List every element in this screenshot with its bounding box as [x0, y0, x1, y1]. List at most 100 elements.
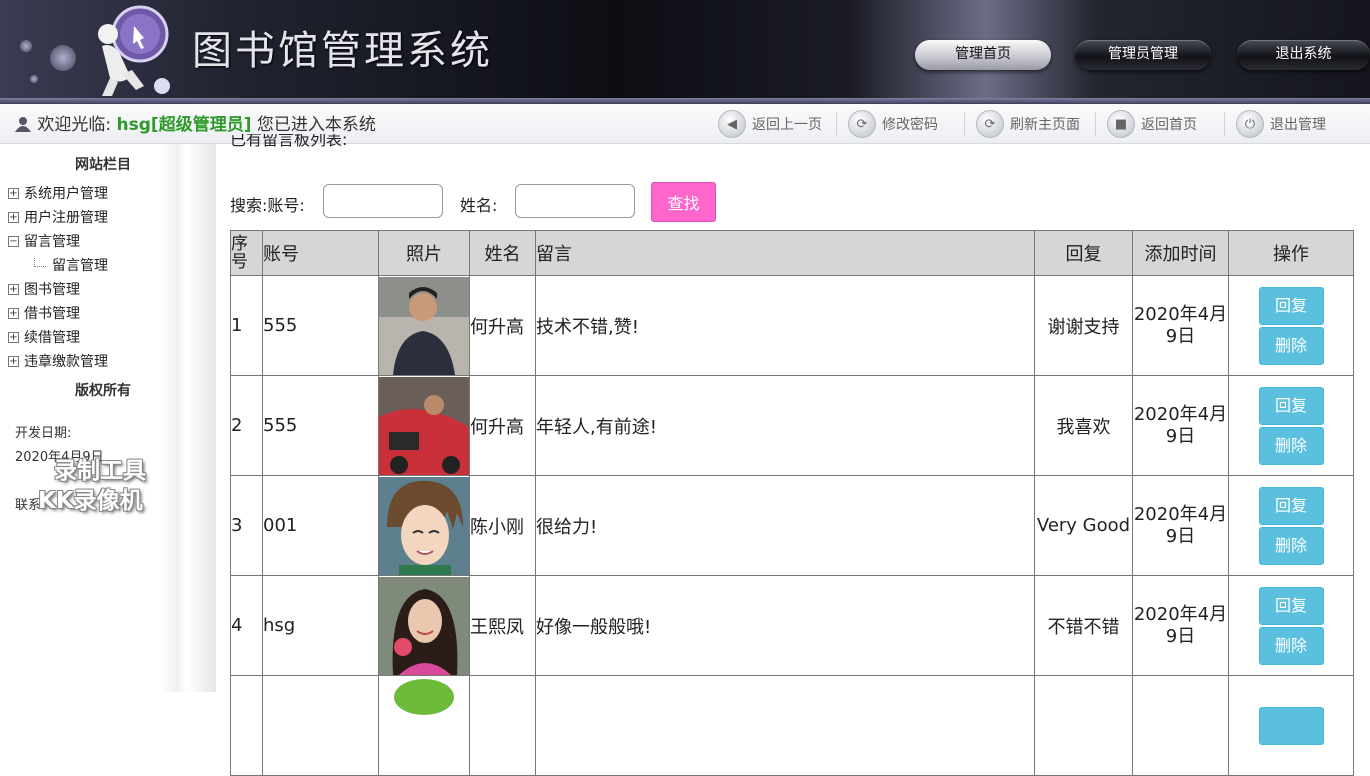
expand-plus-icon[interactable]: +: [8, 307, 19, 319]
toolbar-divider: [836, 112, 837, 136]
table-header-row: 序号 账号 照片 姓名 留言 回复 添加时间 操作: [230, 230, 1354, 276]
cell-actions: 回复 删除: [1228, 375, 1354, 476]
tree-connector: [34, 257, 46, 267]
user-photo[interactable]: [379, 676, 469, 775]
sidebar: 网站栏目 + 系统用户管理 + 用户注册管理 − 留言管理 留言管理 + 图书管…: [0, 144, 216, 692]
reply-button[interactable]: 回复: [1258, 386, 1324, 425]
table-row: 1 555 何升高 技术不错,赞! 谢谢支持 2020年4月9日 回复 删除: [230, 275, 1354, 376]
reply-button[interactable]: [1258, 706, 1324, 745]
welcome-suffix: 您已进入本系统: [256, 115, 376, 135]
change-password-label: 修改密码: [882, 117, 938, 133]
user-photo[interactable]: [379, 376, 469, 475]
delete-button[interactable]: 删除: [1258, 426, 1324, 465]
expand-plus-icon[interactable]: +: [8, 211, 19, 223]
cell-name: 何升高: [469, 275, 536, 376]
refresh-label: 刷新主页面: [1010, 117, 1080, 133]
sidebar-item-label: 系统用户管理: [24, 186, 108, 202]
cell-actions: 回复 删除: [1228, 275, 1354, 376]
cell-message: 好像一般般哦!: [535, 575, 1035, 676]
refresh-icon: ⟳: [976, 110, 1004, 138]
cell-photo: [378, 475, 470, 576]
sidebar-item-system-users[interactable]: + 系统用户管理: [8, 182, 108, 204]
cell-actions: 回复 删除: [1228, 575, 1354, 676]
power-icon: ⏻: [1236, 110, 1264, 138]
sidebar-item-fines[interactable]: + 违章缴款管理: [8, 350, 108, 372]
user-photo[interactable]: [379, 476, 469, 575]
search-name-input[interactable]: [515, 184, 635, 218]
user-photo[interactable]: [379, 276, 469, 375]
cell-name: 王熙凤: [469, 575, 536, 676]
toolbar-divider: [964, 112, 965, 136]
reply-button[interactable]: 回复: [1258, 486, 1324, 525]
sidebar-item-renewal[interactable]: + 续借管理: [8, 326, 80, 348]
search-button[interactable]: 查找: [651, 182, 716, 222]
bokeh-decoration: [50, 45, 76, 71]
home-button[interactable]: ■ 返回首页: [1107, 109, 1197, 139]
col-header-name: 姓名: [469, 230, 536, 276]
cell-account: 555: [262, 375, 379, 476]
home-label: 返回首页: [1141, 117, 1197, 133]
cell-name: 何升高: [469, 375, 536, 476]
cell-photo: [378, 375, 470, 476]
sidebar-item-label: 留言管理: [24, 234, 80, 250]
sidebar-item-label: 违章缴款管理: [24, 354, 108, 370]
header-banner: 图书馆管理系统 管理首页 管理员管理 退出系统: [0, 0, 1370, 104]
change-password-button[interactable]: ⟳ 修改密码: [848, 109, 938, 139]
cell-message: 年轻人,有前途!: [535, 375, 1035, 476]
sidebar-item-messages[interactable]: − 留言管理: [8, 230, 80, 252]
expand-plus-icon[interactable]: +: [8, 331, 19, 343]
logo-icon: [98, 5, 170, 96]
reply-button[interactable]: 回复: [1258, 286, 1324, 325]
expand-plus-icon[interactable]: +: [8, 187, 19, 199]
user-icon: [14, 115, 37, 135]
reply-button[interactable]: 回复: [1258, 586, 1324, 625]
cell-time: 2020年4月9日: [1132, 475, 1229, 576]
sidebar-item-user-registration[interactable]: + 用户注册管理: [8, 206, 108, 228]
back-button[interactable]: ◀ 返回上一页: [718, 109, 822, 139]
cell-photo: [378, 275, 470, 376]
exit-admin-label: 退出管理: [1270, 117, 1326, 133]
cell-reply: 我喜欢: [1034, 375, 1133, 476]
cell-account: hsg: [262, 575, 379, 676]
cell-reply: 谢谢支持: [1034, 275, 1133, 376]
sidebar-item-label: 图书管理: [24, 282, 80, 298]
user-photo[interactable]: [379, 576, 469, 675]
sidebar-item-borrowing[interactable]: + 借书管理: [8, 302, 80, 324]
search-account-input[interactable]: [323, 184, 443, 218]
refresh-button[interactable]: ⟳ 刷新主页面: [976, 109, 1080, 139]
expand-plus-icon[interactable]: +: [8, 283, 19, 295]
toolbar: 欢迎光临: hsg[超级管理员] 您已进入本系统 ◀ 返回上一页 ⟳ 修改密码 …: [0, 104, 1370, 144]
nav-admin-manage[interactable]: 管理员管理: [1075, 40, 1211, 70]
col-header-actions: 操作: [1228, 230, 1354, 276]
cell-message: 很给力!: [535, 475, 1035, 576]
list-title-text: 已有留言板列表:: [230, 134, 348, 149]
col-header-index: 序号: [230, 230, 263, 276]
sidebar-item-label: 用户注册管理: [24, 210, 108, 226]
cell-reply: Very Good: [1034, 475, 1133, 576]
toolbar-divider: [1095, 112, 1096, 136]
sidebar-item-books[interactable]: + 图书管理: [8, 278, 80, 300]
collapse-minus-icon[interactable]: −: [8, 235, 19, 247]
home-icon: ■: [1107, 110, 1135, 138]
delete-button[interactable]: 删除: [1258, 626, 1324, 665]
table-row: [230, 675, 1354, 776]
exit-admin-button[interactable]: ⏻ 退出管理: [1236, 109, 1326, 139]
cell-index: 3: [230, 475, 263, 576]
cell-message: 技术不错,赞!: [535, 275, 1035, 376]
col-header-account: 账号: [262, 230, 379, 276]
delete-button[interactable]: 删除: [1258, 326, 1324, 365]
expand-plus-icon[interactable]: +: [8, 355, 19, 367]
welcome-prefix: 欢迎光临:: [37, 115, 112, 135]
nav-logout[interactable]: 退出系统: [1237, 40, 1370, 70]
table-row: 2 555 何升高 年轻人,有前途! 我喜欢 2020年4月9日 回复 删除: [230, 375, 1354, 476]
lock-icon: ⟳: [848, 110, 876, 138]
cell-index: 2: [230, 375, 263, 476]
delete-button[interactable]: 删除: [1258, 526, 1324, 565]
sidebar-item-label: 续借管理: [24, 330, 80, 346]
sidebar-item-label: 借书管理: [24, 306, 80, 322]
sidebar-title: 网站栏目: [75, 157, 131, 173]
toolbar-divider: [1224, 112, 1225, 136]
cell-index: 4: [230, 575, 263, 676]
sidebar-subitem-messages[interactable]: 留言管理: [6, 254, 108, 276]
nav-admin-home[interactable]: 管理首页: [915, 40, 1051, 70]
